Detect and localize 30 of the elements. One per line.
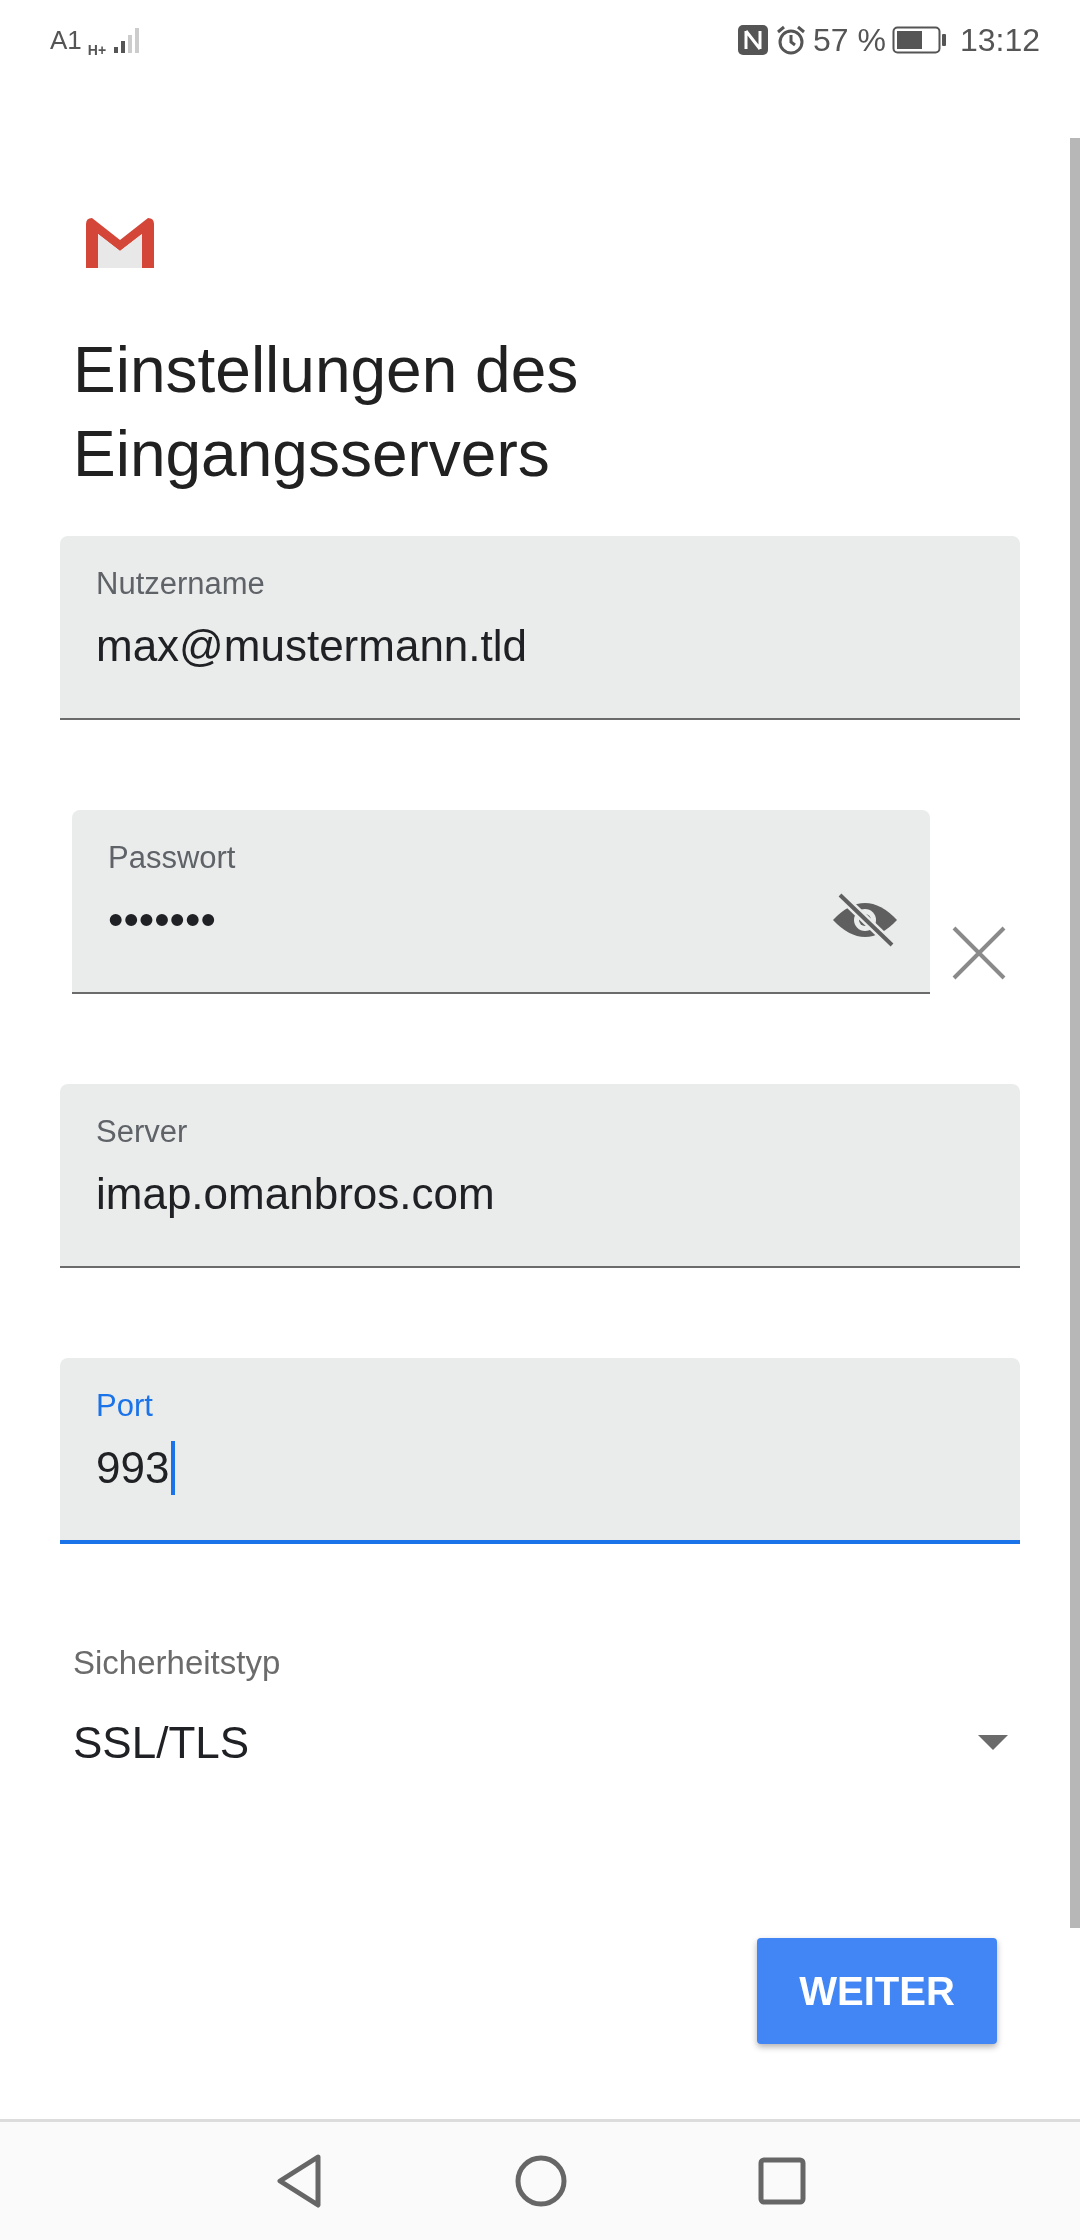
field-label: Port — [96, 1388, 154, 1424]
battery-icon — [891, 26, 946, 54]
security-dropdown[interactable]: SSL/TLS — [73, 1718, 1008, 1768]
carrier-name: A1 — [50, 24, 82, 56]
next-button[interactable]: WEITER — [757, 1938, 997, 2044]
caret-icon — [978, 1735, 1008, 1751]
field-label: Nutzername — [96, 566, 266, 602]
network-type: H+ — [87, 42, 107, 58]
page-title: Einstellungen des Eingangsservers — [73, 333, 580, 492]
field-value: imap.omanbros.com — [96, 1169, 495, 1219]
alarm-icon — [775, 24, 807, 56]
close-icon[interactable] — [952, 926, 1006, 980]
field-value: max@mustermann.tld — [96, 621, 528, 671]
input-field[interactable]: Port 993 — [60, 1358, 1020, 1544]
text-cursor — [171, 1441, 176, 1495]
field-label: Sicherheitstyp — [73, 1644, 282, 1682]
mail-logo-icon — [86, 218, 154, 268]
clock-time: 13:12 — [959, 21, 1040, 59]
input-field[interactable]: Passwort ••••••• — [72, 810, 930, 994]
field-label: Passwort — [108, 840, 237, 876]
input-field[interactable]: Nutzername max@mustermann.tld — [60, 536, 1020, 720]
recents-icon[interactable] — [758, 2157, 806, 2205]
nfc-icon — [737, 24, 769, 56]
battery-percent: 57 % — [813, 21, 886, 59]
input-field[interactable]: Server imap.omanbros.com — [60, 1084, 1020, 1268]
field-value: 993 — [96, 1443, 170, 1493]
back-icon[interactable] — [274, 2153, 324, 2209]
field-label: Server — [96, 1114, 189, 1150]
field-value: ••••••• — [108, 895, 216, 945]
home-icon[interactable] — [514, 2154, 568, 2208]
